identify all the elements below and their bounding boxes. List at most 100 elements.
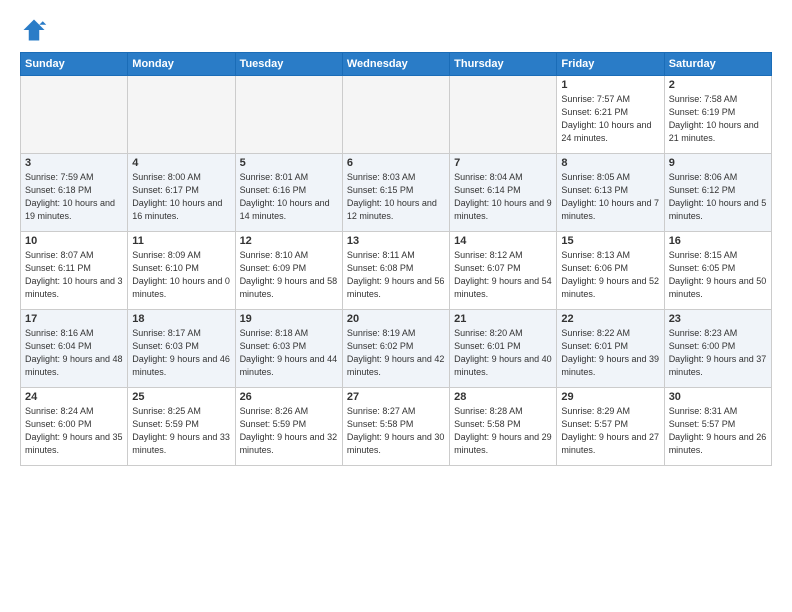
page: SundayMondayTuesdayWednesdayThursdayFrid… bbox=[0, 0, 792, 476]
day-info: Sunrise: 8:25 AM Sunset: 5:59 PM Dayligh… bbox=[132, 405, 230, 457]
day-info: Sunrise: 8:07 AM Sunset: 6:11 PM Dayligh… bbox=[25, 249, 123, 301]
calendar-cell bbox=[21, 76, 128, 154]
day-number: 24 bbox=[25, 391, 123, 403]
calendar-header-friday: Friday bbox=[557, 53, 664, 76]
calendar-cell: 23Sunrise: 8:23 AM Sunset: 6:00 PM Dayli… bbox=[664, 310, 771, 388]
calendar-cell bbox=[342, 76, 449, 154]
calendar-cell: 30Sunrise: 8:31 AM Sunset: 5:57 PM Dayli… bbox=[664, 388, 771, 466]
calendar-cell bbox=[235, 76, 342, 154]
day-info: Sunrise: 8:22 AM Sunset: 6:01 PM Dayligh… bbox=[561, 327, 659, 379]
day-info: Sunrise: 8:12 AM Sunset: 6:07 PM Dayligh… bbox=[454, 249, 552, 301]
day-info: Sunrise: 8:18 AM Sunset: 6:03 PM Dayligh… bbox=[240, 327, 338, 379]
day-number: 3 bbox=[25, 157, 123, 169]
calendar-header-wednesday: Wednesday bbox=[342, 53, 449, 76]
day-info: Sunrise: 8:13 AM Sunset: 6:06 PM Dayligh… bbox=[561, 249, 659, 301]
day-number: 27 bbox=[347, 391, 445, 403]
calendar-cell: 11Sunrise: 8:09 AM Sunset: 6:10 PM Dayli… bbox=[128, 232, 235, 310]
calendar-cell: 15 Sunrise: 8:13 AM Sunset: 6:06 PM Dayli… bbox=[557, 232, 664, 310]
day-number: 2 bbox=[669, 79, 767, 91]
calendar-week-0: 1 Sunrise: 7:57 AM Sunset: 6:21 PM Daylig… bbox=[21, 76, 772, 154]
day-number: 22 bbox=[561, 313, 659, 325]
calendar-cell: 27 Sunrise: 8:27 AM Sunset: 5:58 PM Dayli… bbox=[342, 388, 449, 466]
day-number: 15 bbox=[561, 235, 659, 247]
day-info: Sunrise: 8:27 AM Sunset: 5:58 PM Dayligh… bbox=[347, 405, 445, 457]
calendar-cell: 25 Sunrise: 8:25 AM Sunset: 5:59 PM Dayli… bbox=[128, 388, 235, 466]
calendar-cell: 6 Sunrise: 8:03 AM Sunset: 6:15 PM Daylig… bbox=[342, 154, 449, 232]
logo bbox=[20, 16, 52, 44]
calendar-cell: 24 Sunrise: 8:24 AM Sunset: 6:00 PM Dayli… bbox=[21, 388, 128, 466]
calendar-cell: 18Sunrise: 8:17 AM Sunset: 6:03 PM Dayli… bbox=[128, 310, 235, 388]
calendar-cell: 22 Sunrise: 8:22 AM Sunset: 6:01 PM Dayli… bbox=[557, 310, 664, 388]
calendar-cell bbox=[450, 76, 557, 154]
day-number: 5 bbox=[240, 157, 338, 169]
calendar-cell: 20 Sunrise: 8:19 AM Sunset: 6:02 PM Dayli… bbox=[342, 310, 449, 388]
day-info: Sunrise: 8:05 AM Sunset: 6:13 PM Dayligh… bbox=[561, 171, 659, 223]
day-info: Sunrise: 8:06 AM Sunset: 6:12 PM Dayligh… bbox=[669, 171, 767, 223]
day-number: 8 bbox=[561, 157, 659, 169]
calendar-header-tuesday: Tuesday bbox=[235, 53, 342, 76]
calendar-cell: 26 Sunrise: 8:26 AM Sunset: 5:59 PM Dayli… bbox=[235, 388, 342, 466]
calendar-cell: 4Sunrise: 8:00 AM Sunset: 6:17 PM Daylig… bbox=[128, 154, 235, 232]
calendar-header-saturday: Saturday bbox=[664, 53, 771, 76]
day-info: Sunrise: 8:01 AM Sunset: 6:16 PM Dayligh… bbox=[240, 171, 338, 223]
calendar-cell: 19 Sunrise: 8:18 AM Sunset: 6:03 PM Dayli… bbox=[235, 310, 342, 388]
day-info: Sunrise: 7:58 AM Sunset: 6:19 PM Dayligh… bbox=[669, 93, 767, 145]
day-number: 28 bbox=[454, 391, 552, 403]
calendar-cell: 9 Sunrise: 8:06 AM Sunset: 6:12 PM Daylig… bbox=[664, 154, 771, 232]
calendar-header-monday: Monday bbox=[128, 53, 235, 76]
calendar-cell: 17 Sunrise: 8:16 AM Sunset: 6:04 PM Dayli… bbox=[21, 310, 128, 388]
calendar-cell: 7Sunrise: 8:04 AM Sunset: 6:14 PM Daylig… bbox=[450, 154, 557, 232]
day-info: Sunrise: 8:03 AM Sunset: 6:15 PM Dayligh… bbox=[347, 171, 445, 223]
calendar-cell bbox=[128, 76, 235, 154]
day-info: Sunrise: 8:26 AM Sunset: 5:59 PM Dayligh… bbox=[240, 405, 338, 457]
calendar-cell: 1 Sunrise: 7:57 AM Sunset: 6:21 PM Daylig… bbox=[557, 76, 664, 154]
calendar-cell: 5 Sunrise: 8:01 AM Sunset: 6:16 PM Daylig… bbox=[235, 154, 342, 232]
day-number: 21 bbox=[454, 313, 552, 325]
day-number: 30 bbox=[669, 391, 767, 403]
day-number: 16 bbox=[669, 235, 767, 247]
day-info: Sunrise: 8:16 AM Sunset: 6:04 PM Dayligh… bbox=[25, 327, 123, 379]
calendar-cell: 8 Sunrise: 8:05 AM Sunset: 6:13 PM Daylig… bbox=[557, 154, 664, 232]
day-info: Sunrise: 8:10 AM Sunset: 6:09 PM Dayligh… bbox=[240, 249, 338, 301]
day-number: 20 bbox=[347, 313, 445, 325]
day-number: 14 bbox=[454, 235, 552, 247]
calendar-cell: 3Sunrise: 7:59 AM Sunset: 6:18 PM Daylig… bbox=[21, 154, 128, 232]
calendar-cell: 16Sunrise: 8:15 AM Sunset: 6:05 PM Dayli… bbox=[664, 232, 771, 310]
day-number: 6 bbox=[347, 157, 445, 169]
day-number: 25 bbox=[132, 391, 230, 403]
calendar-cell: 21 Sunrise: 8:20 AM Sunset: 6:01 PM Dayli… bbox=[450, 310, 557, 388]
calendar-week-3: 17 Sunrise: 8:16 AM Sunset: 6:04 PM Dayli… bbox=[21, 310, 772, 388]
day-info: Sunrise: 7:57 AM Sunset: 6:21 PM Dayligh… bbox=[561, 93, 659, 145]
day-info: Sunrise: 8:20 AM Sunset: 6:01 PM Dayligh… bbox=[454, 327, 552, 379]
day-number: 9 bbox=[669, 157, 767, 169]
day-number: 4 bbox=[132, 157, 230, 169]
calendar-cell: 12Sunrise: 8:10 AM Sunset: 6:09 PM Dayli… bbox=[235, 232, 342, 310]
logo-icon bbox=[20, 16, 48, 44]
day-info: Sunrise: 8:19 AM Sunset: 6:02 PM Dayligh… bbox=[347, 327, 445, 379]
day-info: Sunrise: 8:11 AM Sunset: 6:08 PM Dayligh… bbox=[347, 249, 445, 301]
calendar-cell: 28 Sunrise: 8:28 AM Sunset: 5:58 PM Dayli… bbox=[450, 388, 557, 466]
day-number: 7 bbox=[454, 157, 552, 169]
day-info: Sunrise: 8:24 AM Sunset: 6:00 PM Dayligh… bbox=[25, 405, 123, 457]
calendar-week-4: 24 Sunrise: 8:24 AM Sunset: 6:00 PM Dayli… bbox=[21, 388, 772, 466]
header bbox=[20, 16, 772, 44]
day-info: Sunrise: 8:09 AM Sunset: 6:10 PM Dayligh… bbox=[132, 249, 230, 301]
day-number: 19 bbox=[240, 313, 338, 325]
calendar-cell: 29 Sunrise: 8:29 AM Sunset: 5:57 PM Dayli… bbox=[557, 388, 664, 466]
calendar-cell: 2 Sunrise: 7:58 AM Sunset: 6:19 PM Daylig… bbox=[664, 76, 771, 154]
day-number: 13 bbox=[347, 235, 445, 247]
day-number: 17 bbox=[25, 313, 123, 325]
calendar-cell: 14 Sunrise: 8:12 AM Sunset: 6:07 PM Dayli… bbox=[450, 232, 557, 310]
calendar: SundayMondayTuesdayWednesdayThursdayFrid… bbox=[20, 52, 772, 466]
day-number: 1 bbox=[561, 79, 659, 91]
day-info: Sunrise: 8:28 AM Sunset: 5:58 PM Dayligh… bbox=[454, 405, 552, 457]
day-info: Sunrise: 8:29 AM Sunset: 5:57 PM Dayligh… bbox=[561, 405, 659, 457]
calendar-header-thursday: Thursday bbox=[450, 53, 557, 76]
day-number: 29 bbox=[561, 391, 659, 403]
day-number: 10 bbox=[25, 235, 123, 247]
calendar-week-2: 10 Sunrise: 8:07 AM Sunset: 6:11 PM Dayli… bbox=[21, 232, 772, 310]
calendar-week-1: 3Sunrise: 7:59 AM Sunset: 6:18 PM Daylig… bbox=[21, 154, 772, 232]
day-number: 23 bbox=[669, 313, 767, 325]
day-number: 26 bbox=[240, 391, 338, 403]
day-number: 18 bbox=[132, 313, 230, 325]
